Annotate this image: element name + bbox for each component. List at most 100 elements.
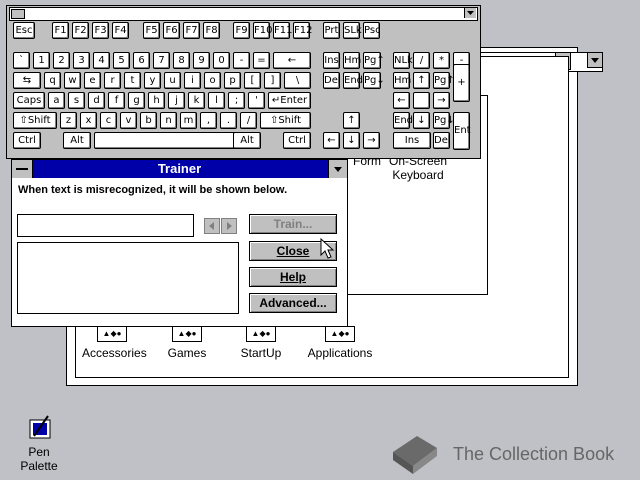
key-1-19[interactable]: * [433,52,450,69]
key-4-0[interactable]: ⇧Shift [13,112,57,129]
key-5-9[interactable]: Del [433,132,451,149]
key-0-2[interactable]: F2 [72,22,89,39]
key-1-10[interactable]: 0 [213,52,230,69]
key-0-15[interactable]: Psc [363,22,381,39]
key-2-11[interactable]: [ [244,72,261,89]
key-0-7[interactable]: F7 [183,22,200,39]
chevron-down-icon[interactable] [587,52,603,68]
group-applications[interactable]: ▲◆● Applications [306,326,374,360]
key-4-6[interactable]: n [160,112,177,129]
system-menu-icon[interactable] [12,160,33,178]
key-5-7[interactable]: → [363,132,380,149]
key-5-4[interactable]: Ctrl [283,132,311,149]
arrow-right-icon[interactable] [221,218,237,234]
train-button[interactable]: Train... [249,214,337,234]
key-1-15[interactable]: Hm [343,52,361,69]
key-4-7[interactable]: m [180,112,197,129]
key-3-2[interactable]: s [68,92,85,109]
key-2-12[interactable]: ] [264,72,281,89]
key-2-10[interactable]: p [224,72,241,89]
key-1-7[interactable]: 7 [153,52,170,69]
key-5-5[interactable]: ← [323,132,340,149]
key-3-7[interactable]: j [168,92,185,109]
key-2-15[interactable]: End [343,72,363,89]
key-4-11[interactable]: ⇧Shift [260,112,311,129]
advanced-button[interactable]: Advanced... [249,293,337,313]
key-3-5[interactable]: g [128,92,145,109]
key-4-16[interactable]: Ent [453,112,471,150]
key-1-13[interactable]: ← [273,52,311,69]
key-2-7[interactable]: u [164,72,181,89]
key-5-3[interactable]: Alt [233,132,261,149]
help-button[interactable]: Help [249,267,337,287]
key-5-6[interactable]: ↓ [343,132,360,149]
group-games[interactable]: ▲◆● Games [157,326,217,360]
key-1-1[interactable]: 1 [33,52,50,69]
key-5-8[interactable]: Ins [393,132,431,149]
key-1-8[interactable]: 8 [173,52,190,69]
alternatives-list[interactable] [17,242,239,314]
key-0-14[interactable]: SLk [343,22,362,39]
key-0-0[interactable]: Esc [13,22,35,39]
key-0-10[interactable]: F10 [253,22,272,39]
key-1-17[interactable]: NLk [393,52,413,69]
key-0-13[interactable]: Prt [323,22,340,39]
key-1-0[interactable]: ` [13,52,30,69]
key-1-4[interactable]: 4 [93,52,110,69]
key-2-8[interactable]: i [184,72,201,89]
chevron-down-icon[interactable] [464,8,476,18]
key-3-1[interactable]: a [48,92,65,109]
key-4-9[interactable]: . [220,112,237,129]
key-3-0[interactable]: Caps [13,92,45,109]
key-3-9[interactable]: l [208,92,225,109]
key-1-9[interactable]: 9 [193,52,210,69]
key-4-10[interactable]: / [240,112,257,129]
key-2-2[interactable]: w [64,72,81,89]
key-2-5[interactable]: t [124,72,141,89]
key-3-15[interactable]: → [433,92,450,109]
group-accessories[interactable]: ▲◆● Accessories [82,326,147,360]
key-1-5[interactable]: 5 [113,52,130,69]
key-5-0[interactable]: Ctrl [13,132,41,149]
chevron-down-icon[interactable] [328,160,347,178]
key-3-3[interactable]: d [88,92,105,109]
key-2-16[interactable]: Pg↓ [363,72,385,89]
key-2-4[interactable]: r [104,72,121,89]
key-2-6[interactable]: y [144,72,161,89]
key-0-1[interactable]: F1 [52,22,69,39]
key-3-11[interactable]: ' [248,92,265,109]
key-1-3[interactable]: 3 [73,52,90,69]
arrow-left-icon[interactable] [204,218,220,234]
key-2-18[interactable]: ↑ [413,72,430,89]
key-4-12[interactable]: ↑ [343,112,360,129]
key-1-11[interactable]: - [233,52,250,69]
key-1-2[interactable]: 2 [53,52,70,69]
group-startup[interactable]: ▲◆● StartUp [231,326,291,360]
key-2-0[interactable]: ⇆ [13,72,41,89]
key-2-1[interactable]: q [44,72,61,89]
key-0-11[interactable]: F11 [273,22,292,39]
key-1-12[interactable]: = [253,52,270,69]
key-4-5[interactable]: b [140,112,157,129]
key-3-8[interactable]: k [188,92,205,109]
key-3-4[interactable]: f [108,92,125,109]
key-3-6[interactable]: h [148,92,165,109]
key-1-14[interactable]: Ins [323,52,340,69]
pen-palette-desktop-icon[interactable]: Pen Palette [8,414,70,473]
key-3-10[interactable]: ; [228,92,245,109]
key-2-13[interactable]: \ [284,72,311,89]
key-4-2[interactable]: x [80,112,97,129]
key-3-13[interactable]: ← [393,92,410,109]
key-4-14[interactable]: ↓ [413,112,430,129]
key-2-19[interactable]: Pg↑ [433,72,455,89]
key-1-16[interactable]: Pg↑ [363,52,385,69]
key-4-13[interactable]: End [393,112,413,129]
system-menu-icon[interactable] [11,9,25,19]
key-1-6[interactable]: 6 [133,52,150,69]
key-0-8[interactable]: F8 [203,22,220,39]
key-2-17[interactable]: Hm [393,72,411,89]
key-0-5[interactable]: F5 [143,22,160,39]
key-2-3[interactable]: e [84,72,101,89]
key-5-2[interactable] [94,132,236,149]
key-2-14[interactable]: Del [323,72,341,89]
